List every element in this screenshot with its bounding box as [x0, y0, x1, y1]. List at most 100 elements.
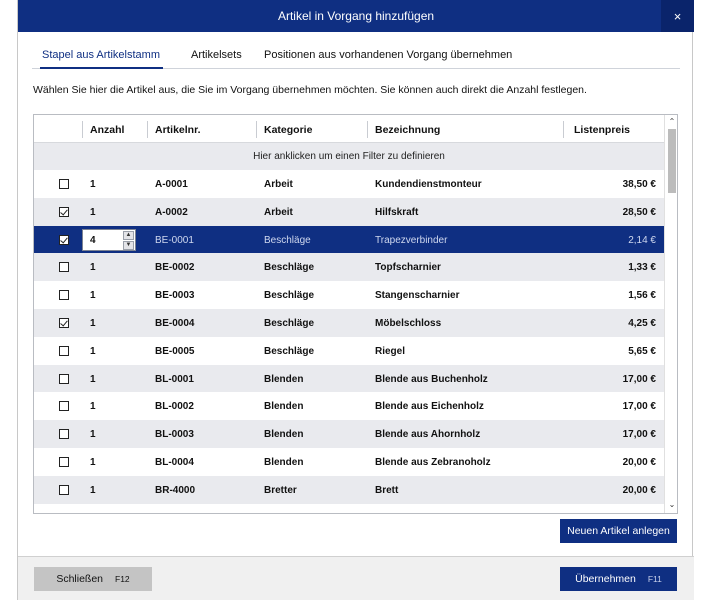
table-row[interactable]: 1 BE-0004 Beschläge Möbelschloss 4,25 €: [34, 308, 664, 337]
row-checkbox[interactable]: [59, 262, 69, 273]
close-icon[interactable]: ×: [661, 0, 694, 32]
row-qty[interactable]: 1: [90, 401, 96, 412]
row-bezeichnung: Hilfskraft: [375, 206, 419, 218]
row-qty[interactable]: 1: [90, 374, 96, 385]
row-bezeichnung: Blende aus Buchenholz: [375, 373, 488, 385]
column-header-anzahl[interactable]: Anzahl: [90, 124, 124, 136]
article-grid: Anzahl Artikelnr. Kategorie Bezeichnung …: [33, 114, 678, 514]
quantity-value: 4: [90, 234, 96, 246]
table-row[interactable]: 1 BR-4000 Bretter Brett 20,00 €: [34, 475, 664, 504]
row-qty[interactable]: 1: [90, 262, 96, 273]
row-artikelnr: BL-0001: [155, 373, 194, 385]
table-row[interactable]: 1 BE-0005 Beschläge Riegel 5,65 €: [34, 337, 664, 365]
stepper-down-icon[interactable]: ▼: [123, 240, 134, 250]
row-kategorie: Beschläge: [264, 262, 315, 274]
row-artikelnr: BE-0002: [155, 262, 195, 274]
row-kategorie: Beschläge: [264, 290, 315, 302]
apply-button-label: Übernehmen: [575, 573, 636, 585]
table-row[interactable]: 1 BE-0003 Beschläge Stangenscharnier 1,56 €: [34, 281, 664, 309]
row-artikelnr: BE-0004: [155, 317, 195, 329]
row-qty[interactable]: 1: [90, 485, 96, 496]
row-artikelnr: BL-0002: [155, 401, 194, 413]
row-kategorie: Blenden: [264, 429, 304, 441]
row-kategorie: Arbeit: [264, 179, 293, 190]
row-checkbox[interactable]: [59, 179, 69, 189]
row-bezeichnung: Blende aus Ahornholz: [375, 429, 481, 441]
row-bezeichnung: Stangenscharnier: [375, 290, 460, 302]
table-row[interactable]: 1 BL-0001 Blenden Blende aus Buchenholz 17,0…: [34, 364, 664, 393]
scroll-up-icon[interactable]: ⌃: [667, 117, 677, 127]
table-row[interactable]: 4 ▲ ▼ BE-0001 Beschläge Trapezverbinder 2,14 €: [34, 225, 664, 254]
row-listenpreis: 38,50 €: [622, 179, 656, 190]
window-title: Artikel in Vorgang hinzufügen: [277, 9, 435, 23]
vertical-scrollbar[interactable]: ⌃ ⌄: [664, 115, 677, 513]
column-header-kategorie[interactable]: Kategorie: [264, 124, 312, 136]
footer-bar: Schließen F12 Übernehmen F11: [18, 556, 694, 600]
intro-text: Wählen Sie hier die Artikel aus, die Sie…: [33, 84, 587, 96]
row-bezeichnung: Topfscharnier: [375, 262, 441, 274]
row-kategorie: Arbeit: [264, 206, 293, 218]
row-checkbox[interactable]: [59, 373, 69, 384]
row-artikelnr: BE-0001: [155, 234, 194, 246]
scroll-thumb[interactable]: [668, 129, 676, 193]
row-qty[interactable]: 1: [90, 179, 96, 190]
table-row[interactable]: 1 BL-0002 Blenden Blende aus Eichenholz 17,0…: [34, 392, 664, 420]
row-checkbox[interactable]: [59, 317, 69, 328]
row-checkbox[interactable]: [59, 234, 69, 245]
row-listenpreis: 28,50 €: [622, 206, 656, 218]
row-bezeichnung: Trapezverbinder: [375, 234, 448, 246]
row-listenpreis: 1,56 €: [628, 290, 656, 302]
row-checkbox[interactable]: [59, 456, 69, 467]
row-listenpreis: 20,00 €: [622, 484, 656, 496]
table-row[interactable]: 1 A-0001 Arbeit Kundendienstmonteur 38,50 €: [34, 170, 664, 198]
row-kategorie: Beschläge: [264, 345, 315, 357]
row-qty[interactable]: 1: [90, 457, 96, 468]
row-artikelnr: BE-0003: [155, 290, 195, 302]
row-kategorie: Bretter: [264, 484, 297, 496]
column-header-artikelnr[interactable]: Artikelnr.: [155, 124, 201, 136]
tab-positionen-aus-vorgang[interactable]: Positionen aus vorhandenen Vorgang übern…: [264, 49, 512, 61]
tab-artikelsets[interactable]: Artikelsets: [191, 49, 242, 61]
row-listenpreis: 2,14 €: [628, 234, 656, 246]
row-bezeichnung: Blende aus Zebranoholz: [375, 456, 491, 468]
column-header-bezeichnung[interactable]: Bezeichnung: [375, 124, 440, 136]
apply-shortcut: F11: [647, 574, 662, 584]
close-shortcut: F12: [115, 574, 130, 584]
quantity-stepper[interactable]: 4 ▲ ▼: [82, 228, 136, 251]
row-qty[interactable]: 1: [90, 290, 96, 301]
row-artikelnr: BE-0005: [155, 345, 195, 357]
row-listenpreis: 20,00 €: [622, 456, 656, 468]
apply-button[interactable]: Übernehmen F11: [560, 567, 677, 591]
scroll-down-icon[interactable]: ⌄: [667, 500, 677, 510]
row-bezeichnung: Möbelschloss: [375, 317, 442, 329]
row-checkbox[interactable]: [59, 206, 69, 217]
row-checkbox[interactable]: [59, 429, 69, 440]
row-qty[interactable]: 1: [90, 318, 96, 329]
table-row[interactable]: 1 A-0002 Arbeit Hilfskraft 28,50 €: [34, 197, 664, 226]
table-row[interactable]: 1 BL-0003 Blenden Blende aus Ahornholz 17,00…: [34, 420, 664, 448]
row-checkbox[interactable]: [59, 484, 69, 495]
row-qty[interactable]: 1: [90, 207, 96, 218]
row-qty[interactable]: 1: [90, 346, 96, 357]
filter-row[interactable]: Hier anklicken um einen Filter zu defini…: [34, 143, 664, 170]
row-qty[interactable]: 1: [90, 429, 96, 440]
new-article-button[interactable]: Neuen Artikel anlegen: [560, 519, 677, 543]
row-artikelnr: BL-0004: [155, 456, 194, 468]
row-checkbox[interactable]: [59, 401, 69, 412]
tab-stapel-aus-artikelstamm[interactable]: Stapel aus Artikelstamm: [40, 49, 163, 69]
row-listenpreis: 1,33 €: [628, 262, 656, 274]
tab-bar: Stapel aus Artikelstamm Artikelsets Posi…: [32, 44, 680, 69]
row-artikelnr: BL-0003: [155, 429, 194, 441]
column-header-listenpreis[interactable]: Listenpreis: [574, 124, 664, 136]
row-listenpreis: 17,00 €: [622, 401, 656, 413]
close-button-label: Schließen: [56, 573, 104, 585]
table-row[interactable]: 1 BE-0002 Beschläge Topfscharnier 1,33 €: [34, 253, 664, 282]
row-checkbox[interactable]: [59, 290, 69, 301]
close-button[interactable]: Schließen F12: [34, 567, 152, 591]
stepper-up-icon[interactable]: ▲: [123, 230, 134, 240]
row-checkbox[interactable]: [59, 345, 69, 356]
row-listenpreis: 17,00 €: [622, 373, 656, 385]
table-row[interactable]: 1 BL-0004 Blenden Blende aus Zebranoholz 20,…: [34, 448, 664, 476]
row-kategorie: Blenden: [264, 456, 304, 468]
row-listenpreis: 4,25 €: [628, 317, 656, 329]
